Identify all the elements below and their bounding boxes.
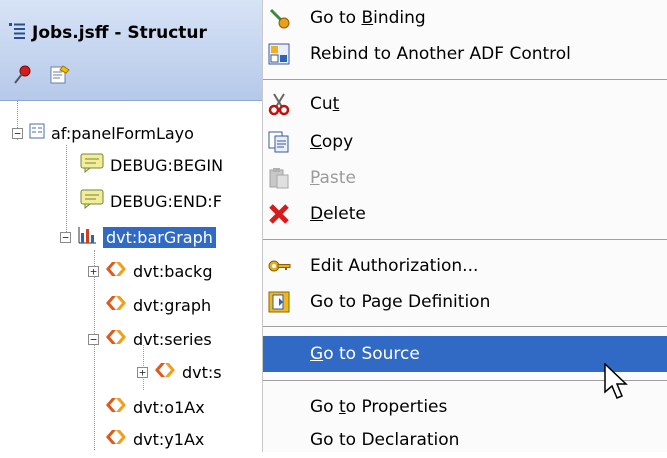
tag-icon <box>105 397 127 417</box>
menu-separator <box>263 239 667 240</box>
collapse-toggle[interactable]: − <box>12 127 23 139</box>
tree-node[interactable]: − dvt:barGraph <box>60 222 216 252</box>
menu-item-label: Go to Declaration <box>310 430 460 450</box>
comment-icon <box>80 153 104 177</box>
panel-toolbar <box>12 64 70 86</box>
menu-item-go-to-binding[interactable]: Go to Binding <box>263 0 667 36</box>
menu-item-edit-authorization[interactable]: Edit Authorization... <box>263 248 667 284</box>
rebind-icon <box>267 42 291 66</box>
scissors-icon <box>267 92 291 116</box>
tag-icon <box>105 329 127 349</box>
tree-node[interactable]: dvt:o1Ax <box>105 392 205 422</box>
mouse-pointer-icon <box>604 362 630 405</box>
tree-node-label: dvt:barGraph <box>103 226 216 248</box>
tree-node-label: dvt:s <box>182 362 222 382</box>
delete-icon <box>267 202 291 226</box>
menu-item-label: Go to Binding <box>310 8 426 28</box>
page-definition-icon <box>267 290 291 314</box>
tree-node-label: dvt:y1Ax <box>133 429 205 449</box>
menu-item-label: Go to Properties <box>310 397 448 417</box>
menu-item-cut[interactable]: Cut <box>263 86 667 122</box>
tree-node[interactable]: dvt:graph <box>105 290 211 320</box>
tree-node-label: DEBUG:END:F <box>110 191 222 211</box>
menu-separator <box>263 326 667 327</box>
tree-node[interactable]: DEBUG:END:F <box>80 186 222 216</box>
tree-node[interactable]: dvt:y1Ax <box>105 424 204 452</box>
binding-icon <box>267 6 291 30</box>
pushpin-icon[interactable] <box>12 64 34 86</box>
tag-icon <box>154 362 176 382</box>
collapse-toggle[interactable]: − <box>88 333 99 345</box>
panel-title: Jobs.jsff - Structur <box>32 23 207 43</box>
bar-graph-icon <box>77 225 97 249</box>
tree-node-label: af:panelFormLayo <box>51 123 194 143</box>
menu-item-copy[interactable]: Copy <box>263 124 667 160</box>
tree-node[interactable]: − dvt:series <box>88 324 212 354</box>
edit-note-icon[interactable] <box>48 64 70 86</box>
panel-form-layout-icon <box>29 123 45 143</box>
tag-icon <box>105 295 127 315</box>
paste-icon <box>267 166 291 190</box>
tag-icon <box>105 429 127 449</box>
tree-node-label: dvt:o1Ax <box>133 397 205 417</box>
key-icon <box>267 254 291 278</box>
tree-node-label: dvt:series <box>133 329 212 349</box>
menu-item-delete[interactable]: Delete <box>263 196 667 232</box>
tree-node[interactable]: + dvt:backg <box>88 256 212 286</box>
tree-node[interactable]: − af:panelFormLayo <box>12 118 194 148</box>
panel-title-row: Jobs.jsff - Structur <box>8 18 207 48</box>
tree-node-label: DEBUG:BEGIN <box>110 155 224 175</box>
tree-node[interactable]: DEBUG:BEGIN <box>80 150 223 180</box>
panel-header: Jobs.jsff - Structur <box>0 0 262 101</box>
tree-node[interactable]: + dvt:s <box>137 357 222 387</box>
menu-item-label: Cut <box>310 94 340 114</box>
structure-icon <box>8 22 26 44</box>
menu-item-go-to-page-definition[interactable]: Go to Page Definition <box>263 284 667 320</box>
collapse-toggle[interactable]: − <box>60 231 71 243</box>
menu-item-label: Rebind to Another ADF Control <box>310 44 571 64</box>
menu-item-label: Go to Source <box>310 344 420 364</box>
menu-separator <box>263 79 667 80</box>
menu-item-paste[interactable]: Paste <box>263 160 667 196</box>
copy-icon <box>267 130 291 154</box>
tree-node-label: dvt:backg <box>133 261 213 281</box>
menu-item-label: Delete <box>310 204 366 224</box>
menu-item-go-to-declaration[interactable]: Go to Declaration <box>263 422 667 458</box>
menu-item-label: Go to Page Definition <box>310 292 491 312</box>
menu-item-label: Edit Authorization... <box>310 256 479 276</box>
tree-node-label: dvt:graph <box>133 295 212 315</box>
expand-toggle[interactable]: + <box>137 366 148 378</box>
tag-icon <box>105 261 127 281</box>
comment-icon <box>80 189 104 213</box>
expand-toggle[interactable]: + <box>88 265 99 277</box>
structure-panel: Jobs.jsff - Structur − af:panelFormLayo … <box>0 0 262 452</box>
menu-item-label: Paste <box>310 168 356 188</box>
menu-item-label: Copy <box>310 132 354 152</box>
menu-item-rebind[interactable]: Rebind to Another ADF Control <box>263 36 667 72</box>
